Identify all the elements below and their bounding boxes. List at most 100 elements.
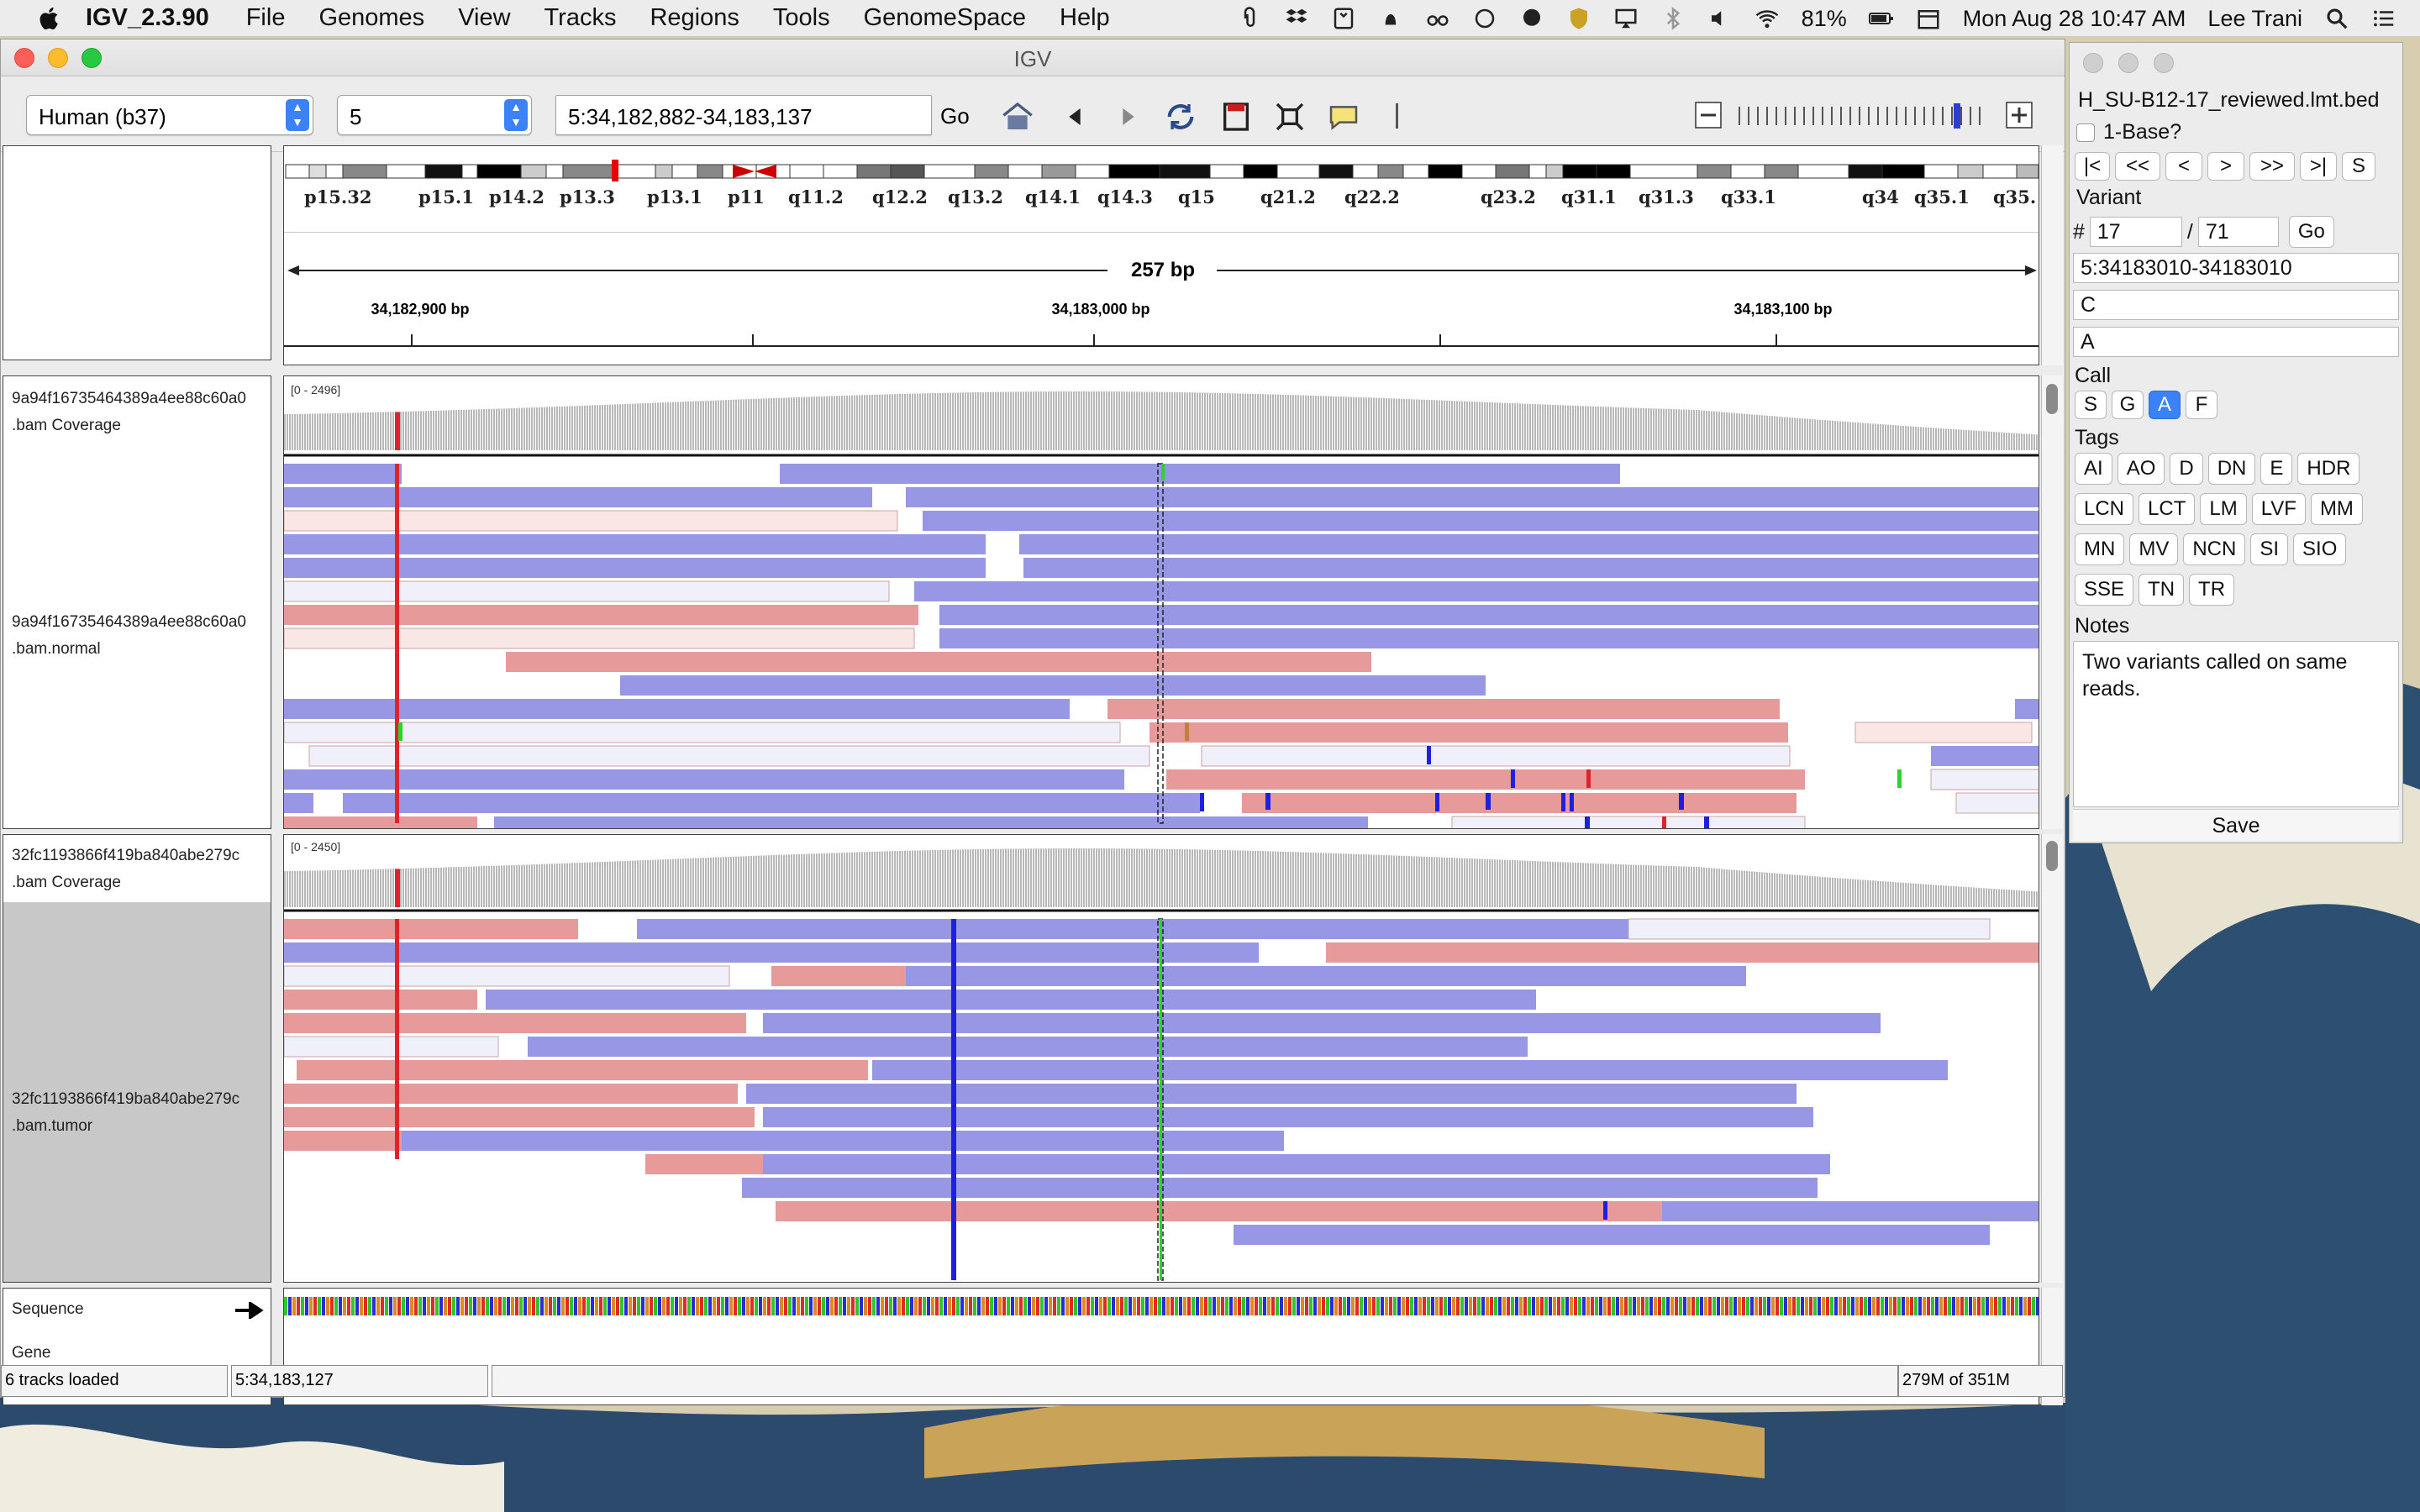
alt-allele-field[interactable]: A	[2073, 327, 2399, 357]
menu-tracks[interactable]: Tracks	[544, 4, 617, 32]
menu-genomespace[interactable]: GenomeSpace	[864, 4, 1026, 32]
save-button[interactable]: Save	[2073, 809, 2399, 841]
locus-input[interactable]: 5:34,182,882-34,183,137	[555, 95, 932, 135]
call-fail-button[interactable]: F	[2186, 391, 2217, 419]
tag-button-tn[interactable]: TN	[2139, 574, 2185, 606]
sequence-track[interactable]	[284, 1294, 2039, 1319]
notification-list-icon[interactable]	[2371, 6, 2396, 31]
variant-index-input[interactable]: 17	[2089, 217, 2182, 247]
tag-button-ncn[interactable]: NCN	[2183, 533, 2246, 565]
popup-info-icon[interactable]	[1327, 100, 1360, 134]
refresh-icon[interactable]	[1164, 100, 1197, 134]
notes-textarea[interactable]: Two variants called on same reads.	[2073, 641, 2399, 807]
shield-icon[interactable]	[1566, 6, 1591, 31]
tag-button-lvf[interactable]: LVF	[2251, 493, 2306, 525]
paperclip-icon[interactable]	[1237, 6, 1262, 31]
track-name-suffix[interactable]: .bam Coverage	[12, 417, 121, 435]
tumor-data-panel[interactable]: [0 - 2450]	[283, 834, 2039, 1283]
track-name[interactable]: 9a94f16735464389a4ee88c60a0	[12, 390, 246, 408]
menu-genomes[interactable]: Genomes	[318, 4, 424, 32]
scrollbar-thumb[interactable]	[2046, 841, 2058, 871]
circle-icon[interactable]	[1472, 6, 1497, 31]
one-base-checkbox[interactable]	[2076, 123, 2095, 142]
tag-button-sio[interactable]: SIO	[2293, 533, 2347, 565]
dropbox-icon[interactable]	[1284, 6, 1309, 31]
glasses-icon[interactable]	[1425, 6, 1450, 31]
normal-data-panel[interactable]: [0 - 2496]	[283, 375, 2039, 829]
back-icon[interactable]	[1058, 100, 1092, 134]
tag-button-e[interactable]: E	[2260, 453, 2293, 485]
scrollbar-thumb[interactable]	[2046, 384, 2058, 414]
menu-regions[interactable]: Regions	[650, 4, 739, 32]
tag-button-lct[interactable]: LCT	[2139, 493, 2196, 525]
battery-icon[interactable]	[1868, 6, 1894, 31]
next-variant-button[interactable]: >	[2207, 152, 2244, 181]
ref-allele-field[interactable]: C	[2073, 290, 2399, 320]
user-name[interactable]: Lee Trani	[2207, 6, 2302, 32]
clock[interactable]: Mon Aug 28 10:47 AM	[1963, 6, 2186, 32]
tag-button-tr[interactable]: TR	[2189, 574, 2235, 606]
arrow-right-icon[interactable]	[235, 1302, 264, 1319]
tag-button-mv[interactable]: MV	[2129, 533, 2179, 565]
tag-button-sse[interactable]: SSE	[2075, 574, 2134, 606]
tag-button-hdr[interactable]: HDR	[2297, 453, 2360, 485]
memory-status[interactable]: 279M of 351M	[1898, 1365, 2063, 1397]
menu-help[interactable]: Help	[1060, 4, 1110, 32]
call-germline-button[interactable]: G	[2112, 391, 2144, 419]
minimize-panel-button[interactable]	[2118, 53, 2139, 73]
bluetooth-icon[interactable]	[1660, 6, 1686, 31]
normal-alignment-view[interactable]	[284, 376, 2039, 829]
chat-icon[interactable]	[1519, 6, 1544, 31]
resize-to-window-icon[interactable]	[1273, 100, 1307, 134]
track-name-suffix[interactable]: .bam Coverage	[12, 874, 121, 892]
tag-button-ao[interactable]: AO	[2117, 453, 2165, 485]
zoom-panel-button[interactable]	[2154, 53, 2174, 73]
wifi-icon[interactable]	[1754, 6, 1780, 31]
tag-button-si[interactable]: SI	[2250, 533, 2289, 565]
track-name[interactable]: 32fc1193866f419ba840abe279c	[12, 847, 239, 865]
tag-button-mm[interactable]: MM	[2310, 493, 2363, 525]
tag-button-dn[interactable]: DN	[2207, 453, 2256, 485]
battery-percent[interactable]: 81%	[1802, 6, 1847, 32]
track-name-suffix[interactable]: .bam.tumor	[12, 1117, 92, 1136]
tag-button-lcn[interactable]: LCN	[2075, 493, 2134, 525]
tag-button-lm[interactable]: LM	[2200, 493, 2247, 525]
airplay-icon[interactable]	[1613, 6, 1639, 31]
variant-locus-field[interactable]: 5:34183010-34183010	[2073, 253, 2399, 283]
close-panel-button[interactable]	[2083, 53, 2103, 73]
menu-view[interactable]: View	[458, 4, 510, 32]
calendar-icon[interactable]	[1916, 6, 1941, 31]
apple-icon[interactable]	[35, 4, 64, 33]
home-icon[interactable]	[1001, 100, 1034, 134]
menu-tools[interactable]: Tools	[773, 4, 830, 32]
sequence-track-name[interactable]: Sequence	[12, 1300, 84, 1319]
tumor-alignment-view[interactable]	[284, 835, 2039, 1283]
tag-button-ai[interactable]: AI	[2075, 453, 2112, 485]
next-10-button[interactable]: >>	[2249, 152, 2295, 181]
track-name-suffix[interactable]: .bam.normal	[12, 640, 101, 659]
gene-track-name[interactable]: Gene	[12, 1344, 50, 1362]
menu-file[interactable]: File	[246, 4, 286, 32]
tag-button-mn[interactable]: MN	[2075, 533, 2125, 565]
genome-selector[interactable]: Human (b37) ▲ ▼	[26, 95, 313, 135]
spotlight-search-icon[interactable]	[2324, 6, 2349, 31]
bookmark-icon[interactable]	[1331, 6, 1356, 31]
app-menu[interactable]: IGV_2.3.90	[86, 4, 209, 32]
volume-icon[interactable]	[1707, 6, 1733, 31]
zoom-slider[interactable]	[1732, 103, 2018, 129]
header-scrollbar[interactable]	[2041, 145, 2063, 365]
forward-icon[interactable]	[1112, 100, 1145, 134]
track-name[interactable]: 9a94f16735464389a4ee88c60a0	[12, 613, 246, 632]
last-variant-button[interactable]: >|	[2300, 152, 2337, 181]
hat-icon[interactable]	[1378, 6, 1403, 31]
go-button[interactable]: Go	[940, 103, 970, 129]
call-ambiguous-button[interactable]: A	[2149, 391, 2181, 419]
s-button[interactable]: S	[2342, 152, 2375, 181]
track-name[interactable]: 32fc1193866f419ba840abe279c	[12, 1090, 239, 1109]
zoom-out-icon[interactable]	[1693, 100, 1723, 130]
call-somatic-button[interactable]: S	[2075, 391, 2107, 419]
ideogram-ruler-panel[interactable]: p15.32 p15.1 p14.2 p13.3 p13.1 p11 q11.2 q12.2 q…	[283, 145, 2039, 365]
zoom-in-icon[interactable]	[2004, 100, 2034, 130]
chromosome-selector[interactable]: 5 ▲ ▼	[337, 95, 532, 135]
first-variant-button[interactable]: |<	[2075, 152, 2110, 181]
